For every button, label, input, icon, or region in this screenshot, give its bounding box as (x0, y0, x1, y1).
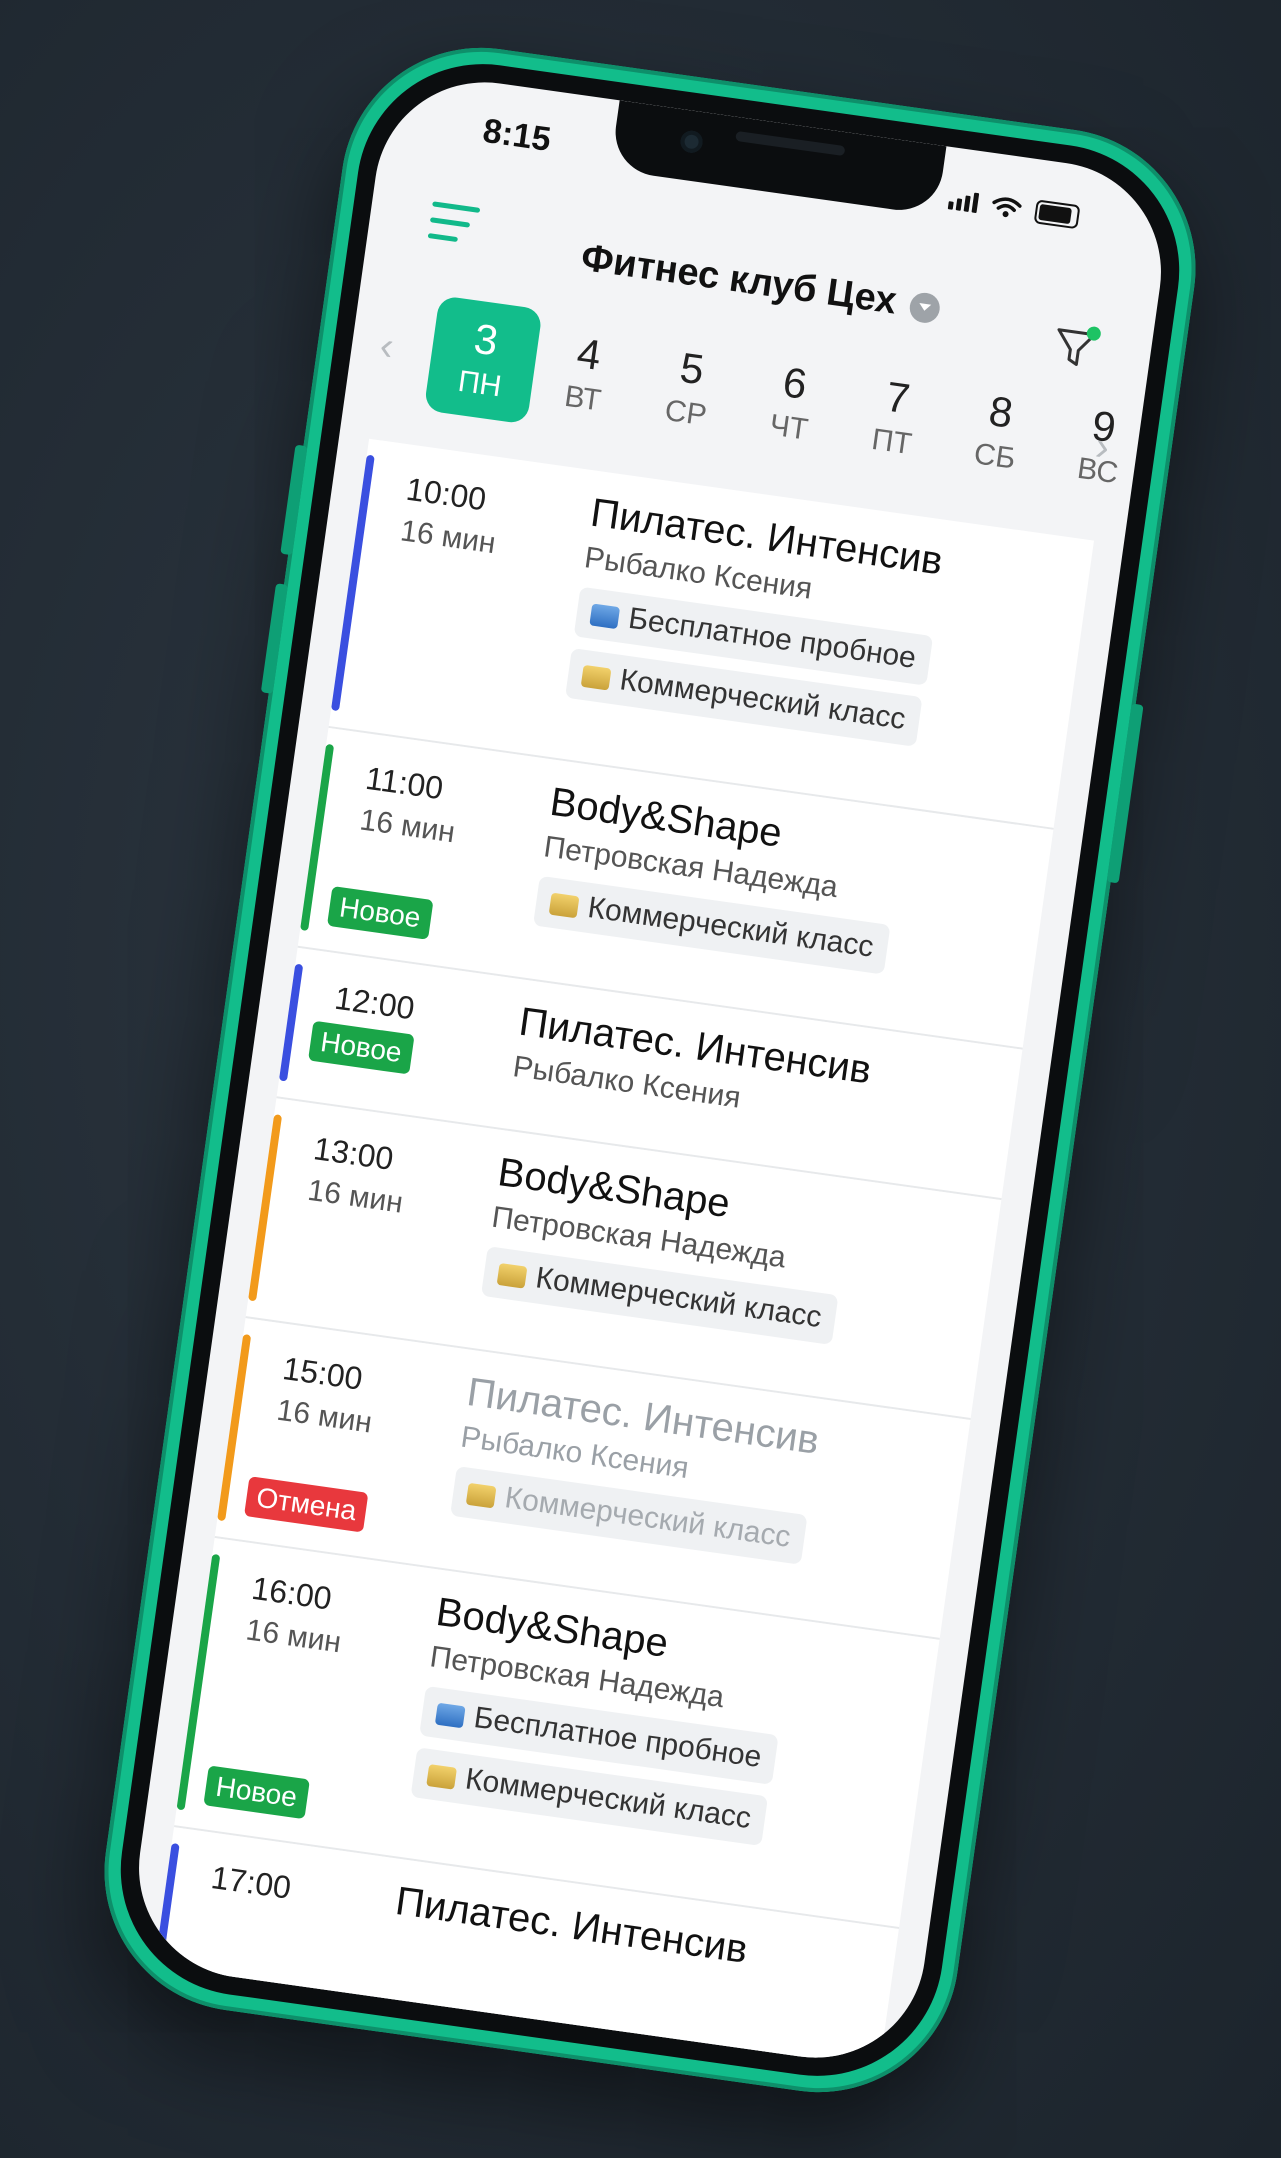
cash-icon (548, 892, 580, 919)
day-3[interactable]: 3 ПН (423, 295, 543, 425)
class-time: 17:00 (208, 1858, 294, 1906)
class-time: 13:00 (311, 1130, 396, 1177)
filter-icon[interactable] (1050, 323, 1102, 373)
class-time: 11:00 (363, 759, 446, 807)
class-duration: 16 мин (305, 1173, 405, 1220)
day-number: 3 (471, 314, 501, 365)
class-duration: 16 мин (357, 803, 458, 850)
cancelled-badge: Отмена (244, 1476, 369, 1533)
signal-icon (947, 189, 980, 214)
day-5[interactable]: 5 СР (630, 324, 749, 453)
new-badge: Новое (326, 886, 434, 940)
status-icons (947, 187, 1081, 230)
app-screen: 8:15 Фитнес клуб Цех ‹ 3 ПН 4 ВТ 5 СР 6 … (124, 68, 1176, 2072)
day-8[interactable]: 8 СБ (939, 368, 1058, 497)
day-number: 4 (574, 329, 604, 379)
cash-icon (465, 1482, 497, 1509)
chevron-down-icon (907, 290, 942, 325)
day-number: 7 (883, 372, 913, 423)
free-icon (434, 1702, 466, 1729)
class-info: Пилатес. Интенсив Рыбалко Ксения Бесплатно… (565, 491, 1071, 765)
wifi-icon (992, 197, 1022, 218)
class-time: 10:00 (404, 470, 489, 518)
free-icon (589, 603, 621, 630)
class-time: 15:00 (280, 1349, 365, 1397)
speaker (735, 130, 846, 157)
class-time: 12:00 (332, 979, 417, 1027)
day-6[interactable]: 6 ЧТ (733, 339, 852, 468)
cash-icon (580, 664, 612, 691)
day-number: 6 (780, 358, 810, 408)
class-color-bar (278, 963, 304, 1082)
club-title: Фитнес клуб Цех (578, 236, 900, 323)
cash-icon (496, 1263, 528, 1289)
class-duration: 16 мин (274, 1393, 375, 1440)
class-duration: 16 мин (243, 1613, 344, 1660)
cash-icon (426, 1764, 457, 1790)
camera (679, 129, 705, 155)
class-info: Body&Shape Петровская Надежда Бесплатное п… (410, 1590, 917, 1864)
phone-mockup: 8:15 Фитнес клуб Цех ‹ 3 ПН 4 ВТ 5 СР 6 … (86, 29, 1214, 2111)
class-duration: 16 мин (398, 514, 498, 561)
day-4[interactable]: 4 ВТ (527, 310, 646, 439)
class-color-bar (156, 1842, 180, 1952)
class-color-bar (330, 454, 375, 712)
battery-icon (1033, 199, 1081, 230)
class-time: 16:00 (249, 1569, 334, 1617)
class-color-bar (248, 1114, 283, 1302)
new-badge: Новое (308, 1020, 415, 1075)
day-number: 8 (986, 387, 1016, 437)
prev-week-icon[interactable]: ‹ (377, 324, 396, 370)
day-number: 5 (677, 343, 707, 394)
status-time: 8:15 (480, 111, 554, 159)
day-7[interactable]: 7 ПТ (836, 353, 955, 482)
new-badge: Новое (203, 1765, 310, 1820)
